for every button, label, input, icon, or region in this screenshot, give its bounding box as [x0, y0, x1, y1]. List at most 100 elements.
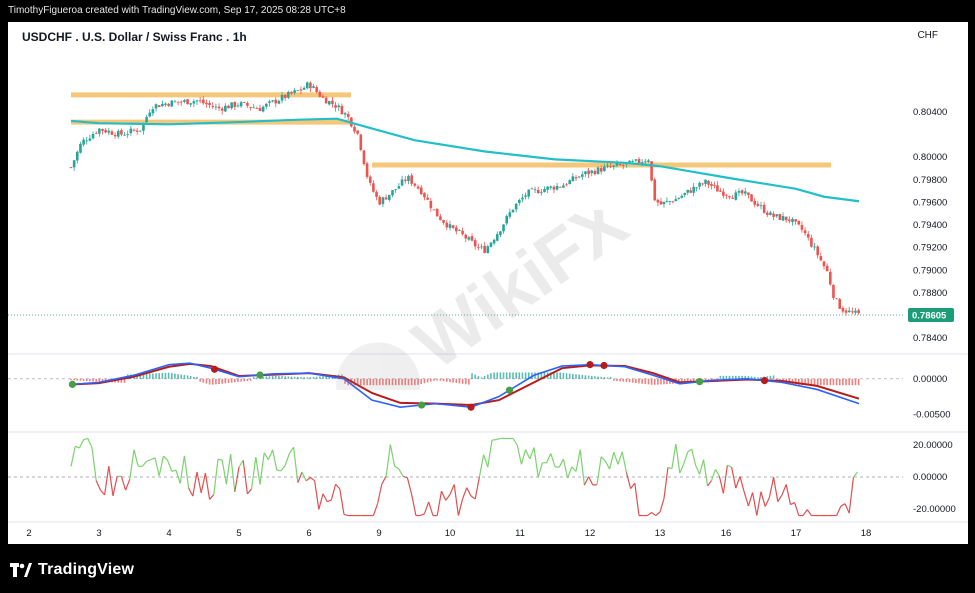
oscillator-segment — [840, 503, 846, 507]
price-tick-label: 0.79200 — [913, 243, 947, 254]
candle-body — [186, 99, 189, 105]
oscillator-segment — [411, 494, 417, 516]
macd-histogram-bar — [487, 374, 489, 379]
candle-body — [217, 106, 221, 109]
chart-frame: 0.80400 0.80000 0.79800 0.79600 0.79400 0.792… — [8, 22, 968, 544]
candle-body — [161, 103, 164, 107]
oscillator-segment — [377, 483, 383, 504]
candle-body — [740, 190, 744, 194]
price-tick-label: 0.80400 — [913, 107, 947, 118]
oscillator-segment — [546, 453, 552, 464]
oscillator-segment — [259, 452, 265, 485]
macd-cross-marker — [256, 371, 264, 379]
candle-body — [451, 225, 455, 228]
macd-histogram-bar — [635, 378, 637, 384]
macd-histogram-bar — [851, 378, 854, 386]
candle-body — [252, 107, 255, 109]
candle-body — [778, 214, 782, 220]
macd-histogram-bar — [594, 376, 596, 379]
macd-histogram-bar — [474, 374, 476, 379]
oscillator-segment — [768, 477, 775, 498]
candle-body — [372, 183, 375, 192]
candle-body — [851, 311, 854, 313]
price-tick-label: 0.79600 — [913, 197, 947, 208]
oscillator-segment — [710, 469, 717, 481]
macd-histogram-bar — [208, 378, 211, 385]
macd-histogram-bar — [628, 378, 631, 383]
candle-body — [334, 105, 337, 108]
candle-body — [91, 134, 95, 139]
candle-body — [540, 192, 543, 194]
oscillator-segment — [129, 449, 135, 480]
oscillator-segment — [133, 449, 139, 467]
macd-histogram-bar — [559, 372, 562, 379]
oscillator-segment — [146, 459, 152, 462]
oscillator-segment — [389, 444, 396, 467]
candle-body — [606, 165, 609, 167]
candle-body — [747, 192, 750, 195]
oscillator-segment — [217, 458, 223, 461]
oscillator-segment — [280, 465, 286, 472]
oscillator-segment — [739, 476, 745, 493]
time-tick-label: 10 — [445, 528, 456, 539]
macd-histogram-bar — [644, 378, 647, 385]
candle-body — [214, 106, 218, 108]
macd-histogram-bar — [483, 375, 486, 379]
candle-body — [521, 197, 524, 200]
candle-body — [549, 186, 553, 188]
candle-body — [825, 265, 829, 272]
chart-canvas[interactable]: 0.80400 0.80000 0.79800 0.79600 0.79400 0.792… — [8, 22, 968, 544]
candle-body — [236, 105, 240, 107]
oscillator-segment — [225, 453, 232, 485]
candle-body — [750, 194, 753, 202]
oscillator-segment — [567, 466, 573, 479]
macd-histogram-bar — [757, 377, 759, 379]
candle-body — [195, 100, 199, 102]
oscillator-segment — [655, 511, 661, 517]
symbol-title[interactable]: USDCHF . U.S. Dollar / Swiss Franc . 1h — [22, 30, 247, 44]
macd-histogram-bar — [731, 375, 734, 379]
oscillator-segment — [91, 447, 97, 481]
candle-body — [637, 159, 641, 164]
oscillator-segment — [381, 476, 387, 485]
candle-body — [113, 135, 117, 137]
price-tick-label: 0.78800 — [913, 288, 947, 299]
oscillator-segment — [183, 455, 190, 488]
oscillator-segment — [209, 494, 215, 500]
candle-body — [337, 105, 341, 108]
candle-body — [277, 100, 281, 104]
macd-cross-marker — [600, 361, 608, 370]
oscillator-segment — [571, 466, 577, 472]
candle-body — [731, 197, 734, 199]
macd-histogram-bar — [293, 376, 296, 379]
macd-histogram-bar — [85, 378, 88, 382]
candle-body — [375, 191, 378, 197]
macd-histogram-bar — [414, 378, 416, 386]
tradingview-footer[interactable]: TradingView — [10, 558, 134, 582]
oscillator-segment — [714, 469, 720, 477]
macd-histogram-bar — [584, 375, 587, 379]
oscillator-segment — [462, 487, 468, 499]
oscillator-segment — [267, 449, 274, 460]
macd-histogram-bar — [826, 378, 828, 386]
candle-body — [647, 160, 650, 162]
macd-histogram-bar — [816, 378, 819, 386]
macd-histogram-bar — [842, 378, 844, 386]
macd-histogram-bar — [631, 378, 634, 383]
candle-body — [340, 105, 344, 115]
oscillator-segment — [318, 493, 324, 510]
oscillator-segment — [99, 489, 106, 496]
candle-body — [458, 230, 461, 232]
oscillator-segment — [727, 464, 732, 468]
macd-histogram-bar — [249, 378, 252, 381]
macd-histogram-bar — [813, 378, 816, 386]
macd-histogram-bar — [322, 376, 324, 379]
oscillator-segment — [288, 446, 295, 454]
macd-histogram-bar — [312, 376, 315, 379]
oscillator-segment — [575, 449, 581, 472]
macd-histogram-bar — [234, 378, 236, 383]
candle-body — [524, 195, 527, 197]
candle-body — [677, 198, 681, 200]
oscillator-segment — [179, 455, 185, 484]
oscillator-segment — [790, 502, 795, 506]
